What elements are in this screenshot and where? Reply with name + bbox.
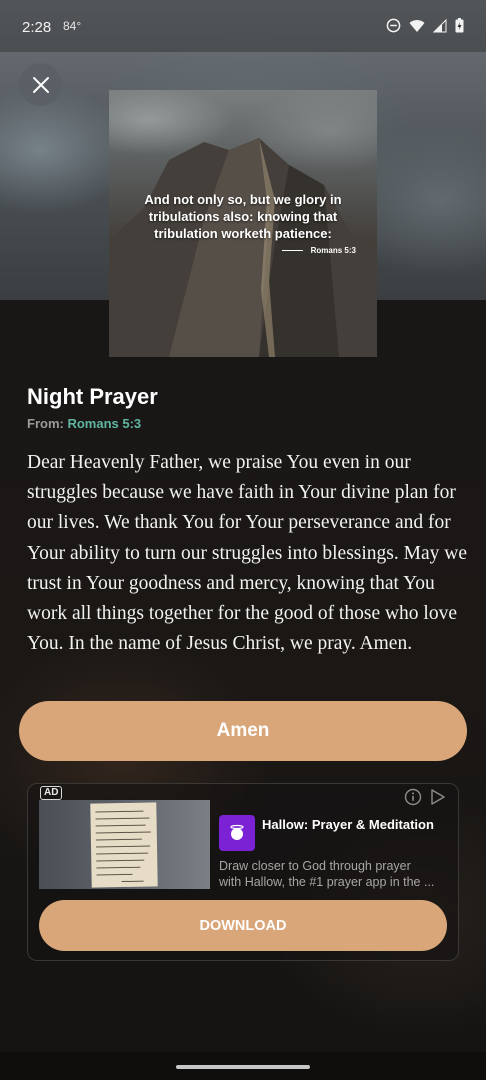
status-time: 2:28	[22, 19, 52, 36]
verse-reference: Romans 5:3	[310, 246, 356, 255]
verse-text: And not only so, but we glory in tribula…	[144, 192, 342, 241]
navigation-bar	[0, 1052, 486, 1080]
ad-description-line: Draw closer to God through prayer	[219, 859, 411, 873]
wifi-icon	[409, 19, 425, 32]
status-bar: 2:28 84°	[0, 0, 486, 52]
prayer-title: Night Prayer	[27, 384, 158, 409]
hallow-app-icon[interactable]	[219, 815, 255, 851]
close-icon	[32, 76, 49, 93]
signal-icon	[433, 18, 447, 32]
prayer-body: Dear Heavenly Father, we praise You even…	[27, 452, 468, 655]
ad-choices-icon[interactable]	[430, 788, 446, 806]
verse-reference-divider	[281, 250, 303, 251]
amen-button[interactable]: Amen	[19, 701, 467, 761]
do-not-disturb-icon	[386, 18, 401, 33]
ad-image[interactable]	[39, 800, 210, 889]
ad-badge: AD	[40, 786, 63, 800]
home-indicator[interactable]	[176, 1065, 310, 1069]
battery-icon	[455, 18, 464, 33]
close-button[interactable]	[19, 63, 62, 106]
verse-image-card[interactable]: And not only so, but we glory in tribula…	[109, 90, 377, 357]
status-icons	[386, 18, 464, 33]
ad-description-line: with Hallow, the #1 prayer app in the ..…	[219, 875, 435, 889]
status-temperature: 84°	[63, 19, 82, 33]
verse-reference-row: Romans 5:3	[281, 246, 356, 255]
from-reference-link[interactable]: Romans 5:3	[67, 416, 141, 431]
ad-info-icon[interactable]	[404, 788, 422, 806]
from-label: From:	[27, 416, 64, 431]
download-button[interactable]: DOWNLOAD	[39, 900, 447, 951]
ad-description: Draw closer to God through prayer with H…	[219, 858, 451, 890]
ad-banner[interactable]: AD Hallow: Prayer & Meditation Draw clos…	[27, 783, 459, 961]
ad-app-title[interactable]: Hallow: Prayer & Meditation	[262, 817, 434, 832]
ad-handwritten-paper	[90, 802, 158, 888]
prayer-source: From: Romans 5:3	[27, 416, 141, 431]
ad-info-controls	[404, 788, 446, 806]
